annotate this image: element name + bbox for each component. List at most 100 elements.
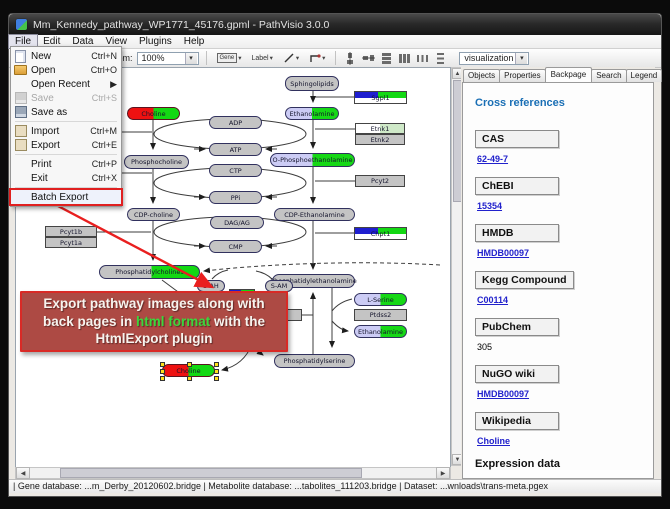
distribute-vertical-button[interactable] xyxy=(433,51,447,65)
app-icon xyxy=(16,19,27,30)
file-menu-item-save-as[interactable]: Save as xyxy=(11,105,121,119)
pathway-node-ethanolamine[interactable]: Ethanolamine xyxy=(285,107,339,120)
selection-handle[interactable] xyxy=(160,376,165,381)
selection-handle[interactable] xyxy=(214,369,219,374)
pathway-node-sgpl1[interactable]: Sgpl1 xyxy=(354,91,407,104)
pathway-node-ctp[interactable]: CTP xyxy=(209,164,262,177)
pathway-node-cdp-ethanolamine[interactable]: CDP-Ethanolamine xyxy=(274,208,355,221)
pathway-node-phosphatidylcholines[interactable]: Phosphatidylcholines xyxy=(99,265,200,279)
new-line-button[interactable]: ▾ xyxy=(280,50,302,66)
pathway-node-pcyt1b[interactable]: Pcyt1b xyxy=(45,226,97,237)
align-center-y-button[interactable] xyxy=(361,51,375,65)
export-icon xyxy=(15,139,27,151)
align-center-x-button[interactable] xyxy=(343,51,357,65)
file-menu-item-new[interactable]: NewCtrl+N xyxy=(11,49,121,63)
pathway-node-ptdss2[interactable]: Ptdss2 xyxy=(354,309,407,321)
pathway-node-l-serine[interactable]: L-Serine xyxy=(354,293,407,306)
selection-handle[interactable] xyxy=(187,362,192,367)
pathway-node-sphingolipids[interactable]: Sphingolipids xyxy=(285,76,339,91)
distribute-vertical-icon xyxy=(434,52,447,65)
xref-section-kegg-compound: Kegg CompoundC00114 xyxy=(475,270,641,305)
export-icon xyxy=(14,139,27,151)
pathway-node-o-phosphoethanolamine[interactable]: O-Phosphoethanolamine xyxy=(270,153,355,167)
align-center-y-icon xyxy=(362,52,375,65)
save-as-icon xyxy=(15,106,27,118)
menu-plugins[interactable]: Plugins xyxy=(133,35,178,48)
pathway-node-cmp[interactable]: CMP xyxy=(209,240,262,253)
pathway-node-phosphocholine[interactable]: Phosphocholine xyxy=(124,155,189,169)
distribute-horizontal-button[interactable] xyxy=(415,51,429,65)
visualization-combobox[interactable]: visualization ▾ xyxy=(459,52,529,65)
tab-search[interactable]: Search xyxy=(591,69,626,82)
xref-link[interactable]: 15354 xyxy=(477,201,641,211)
horizontal-scroll-thumb[interactable] xyxy=(60,468,362,478)
scroll-right-icon[interactable]: ▶ xyxy=(436,467,450,479)
pathway-node-choline[interactable]: Choline xyxy=(162,364,215,377)
file-menu-item-print[interactable]: PrintCtrl+P xyxy=(11,157,121,171)
chevron-down-icon[interactable]: ▾ xyxy=(185,53,197,64)
new-datanode-button[interactable]: Gene ▾ xyxy=(214,51,245,65)
new-label-button[interactable]: Label ▾ xyxy=(248,52,275,64)
menu-separator xyxy=(15,154,117,155)
import-icon xyxy=(14,125,27,137)
status-bar: | Gene database: ...m_Derby_20120602.bri… xyxy=(9,479,661,493)
selection-handle[interactable] xyxy=(160,362,165,367)
submenu-arrow-icon: ▶ xyxy=(110,79,117,90)
chevron-down-icon[interactable]: ▾ xyxy=(238,54,241,62)
scroll-left-icon[interactable]: ◀ xyxy=(16,467,30,479)
pathway-node-atp[interactable]: ATP xyxy=(209,143,262,156)
file-menu-item-open-recent[interactable]: Open Recent▶ xyxy=(11,77,121,91)
selection-handle[interactable] xyxy=(214,362,219,367)
common-width-button[interactable] xyxy=(379,51,393,65)
import-icon xyxy=(15,125,27,137)
side-panel-tabs: ObjectsPropertiesBackpageSearchLegend xyxy=(461,67,655,82)
toolbar-separator xyxy=(206,51,207,65)
chevron-down-icon[interactable]: ▾ xyxy=(515,53,527,64)
horizontal-scrollbar[interactable]: ◀ ▶ xyxy=(15,467,451,479)
pathway-node-pcyt1a[interactable]: Pcyt1a xyxy=(45,237,97,248)
xref-link[interactable]: HMDB00097 xyxy=(477,248,641,258)
file-menu-item-open[interactable]: OpenCtrl+O xyxy=(11,63,121,77)
callout-text: Export pathway images along with back pa… xyxy=(30,295,278,348)
xref-database-name: CAS xyxy=(475,130,559,148)
xref-link[interactable]: Choline xyxy=(477,436,641,446)
zoom-combobox[interactable]: 100% ▾ xyxy=(137,52,199,65)
chevron-down-icon[interactable]: ▾ xyxy=(296,54,299,62)
selection-handle[interactable] xyxy=(214,376,219,381)
pathway-node-phosphatidylserine[interactable]: Phosphatidylserine xyxy=(274,354,355,368)
xref-link[interactable]: C00114 xyxy=(477,295,641,305)
tab-legend[interactable]: Legend xyxy=(626,69,663,82)
common-height-button[interactable] xyxy=(397,51,411,65)
new-connector-button[interactable]: ▾ xyxy=(306,50,328,66)
xref-link[interactable]: 62-49-7 xyxy=(477,154,641,164)
pathway-node-cdp-choline[interactable]: CDP-choline xyxy=(127,208,180,221)
chevron-down-icon[interactable]: ▾ xyxy=(270,54,273,62)
xref-link[interactable]: HMDB00097 xyxy=(477,389,641,399)
pathway-node-adp[interactable]: ADP xyxy=(209,116,262,129)
tab-objects[interactable]: Objects xyxy=(463,69,500,82)
pathway-node-ethanolamine[interactable]: Ethanolamine xyxy=(354,325,407,338)
menu-item-shortcut: Ctrl+E xyxy=(92,140,117,150)
file-menu-item-import[interactable]: ImportCtrl+M xyxy=(11,124,121,138)
menu-help[interactable]: Help xyxy=(178,35,211,48)
menu-item-label: Batch Export xyxy=(31,192,117,203)
chevron-down-icon[interactable]: ▾ xyxy=(322,54,325,62)
zoom-value: 100% xyxy=(142,53,165,63)
pathway-node-choline[interactable]: Choline xyxy=(127,107,180,120)
pathway-node-pcyt2[interactable]: Pcyt2 xyxy=(355,175,405,187)
menu-item-label: Open Recent xyxy=(31,79,110,90)
selection-handle[interactable] xyxy=(187,376,192,381)
file-menu-item-export[interactable]: ExportCtrl+E xyxy=(11,138,121,152)
file-menu-item-save: SaveCtrl+S xyxy=(11,91,121,105)
file-menu-item-batch-export[interactable]: Batch Export xyxy=(11,190,121,204)
file-menu-item-exit[interactable]: ExitCtrl+X xyxy=(11,171,121,185)
pathway-node-etnk2[interactable]: Etnk2 xyxy=(355,134,405,145)
pathway-node-dag-ag[interactable]: DAG/AG xyxy=(210,216,264,229)
distribute-horizontal-icon xyxy=(416,52,429,65)
pathway-node-etnk1[interactable]: Etnk1 xyxy=(355,123,405,134)
tab-backpage[interactable]: Backpage xyxy=(545,67,593,82)
pathway-node-chpt1[interactable]: Chpt1 xyxy=(354,227,407,240)
selection-handle[interactable] xyxy=(160,369,165,374)
pathway-node-ppi[interactable]: PPi xyxy=(209,191,262,204)
tab-properties[interactable]: Properties xyxy=(499,69,545,82)
